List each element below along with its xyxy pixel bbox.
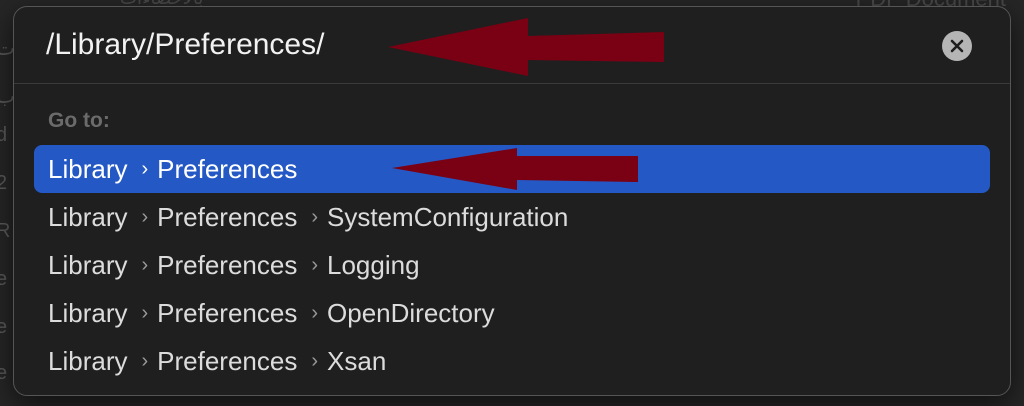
path-crumb: Preferences — [157, 345, 298, 376]
chevron-right-icon: › — [311, 253, 319, 276]
bg-fragment: 2 — [0, 172, 8, 194]
path-crumb: Library — [48, 153, 128, 184]
chevron-right-icon: › — [311, 205, 319, 228]
path-crumb: Library — [48, 249, 128, 280]
chevron-right-icon: › — [141, 349, 149, 372]
path-crumb: OpenDirectory — [327, 297, 495, 328]
suggestion-row[interactable]: Library › Preferences › Xsan — [34, 337, 990, 385]
suggestion-row[interactable]: Library › Preferences › Logging — [34, 241, 990, 289]
chevron-right-icon: › — [311, 349, 319, 372]
go-to-folder-dialog: Go to: Library › Preferences Library › Prefer… — [13, 6, 1011, 396]
close-icon — [950, 39, 964, 53]
go-to-section-label: Go to: — [48, 109, 110, 132]
chevron-right-icon: › — [141, 253, 149, 276]
path-crumb: Library — [48, 345, 128, 376]
path-crumb: SystemConfiguration — [327, 201, 569, 232]
chevron-right-icon: › — [311, 301, 319, 324]
path-crumb: Xsan — [327, 345, 387, 376]
bg-fragment: e — [0, 268, 8, 290]
chevron-right-icon: › — [141, 301, 149, 324]
path-crumb: Preferences — [157, 201, 298, 232]
bg-fragment: d — [0, 124, 8, 146]
bg-fragment: e — [0, 362, 8, 384]
folder-path-input[interactable] — [46, 25, 906, 65]
bg-fragment: R — [0, 220, 11, 242]
suggestion-row-selected[interactable]: Library › Preferences — [34, 145, 990, 193]
chevron-right-icon: › — [141, 157, 149, 180]
path-bar — [14, 7, 1010, 84]
path-crumb: Library — [48, 201, 128, 232]
suggestion-row[interactable]: Library › Preferences › SystemConfiguration — [34, 193, 990, 241]
path-crumb: Library — [48, 297, 128, 328]
bg-fragment: e — [0, 316, 8, 338]
suggestion-row[interactable]: Library › Preferences › OpenDirectory — [34, 289, 990, 337]
path-crumb: Logging — [327, 249, 420, 280]
path-crumb: Preferences — [157, 249, 298, 280]
path-crumb: Preferences — [157, 297, 298, 328]
path-crumb: Preferences — [157, 153, 298, 184]
clear-button[interactable] — [942, 31, 972, 61]
chevron-right-icon: › — [141, 205, 149, 228]
suggestion-list: Library › Preferences Library › Preferences › S… — [34, 145, 990, 385]
